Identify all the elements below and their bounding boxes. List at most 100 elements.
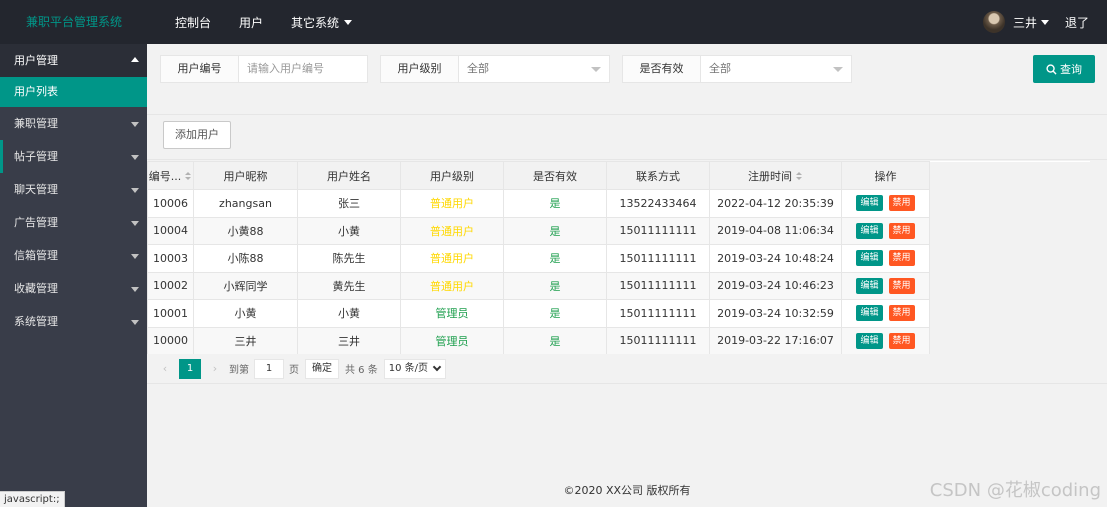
sort-icon[interactable] [185, 172, 192, 181]
nav-other-systems[interactable]: 其它系统 [291, 14, 353, 31]
cell-nickname: 小辉同学 [193, 271, 298, 300]
col-reg-time[interactable]: 注册时间 [709, 161, 842, 190]
sidebar-item-parttime-management[interactable]: 兼职管理 [0, 107, 147, 140]
app-logo[interactable]: 兼职平台管理系统 [0, 0, 147, 44]
cell-valid: 是 [503, 216, 607, 245]
cell-nickname: 小黄88 [193, 216, 298, 245]
edit-button[interactable]: 编辑 [856, 277, 883, 294]
cell-id: 10006 [147, 189, 194, 218]
current-page[interactable]: 1 [179, 358, 201, 379]
cell-nickname: 小黄 [193, 299, 298, 328]
user-table: 编号... 用户昵称 用户姓名 用户级别 是否有效 联系方式 注册时间 操作 1… [147, 161, 1090, 355]
prev-page-icon[interactable]: ‹ [157, 362, 173, 375]
watermark: CSDN @花椒coding [929, 480, 1101, 501]
ban-button[interactable]: 禁用 [888, 222, 915, 239]
table-body: 10006 zhangsan 张三 普通用户是 13522433464 2022-04-1… [147, 189, 1090, 355]
nav-users[interactable]: 用户 [239, 14, 263, 31]
nav-console-label: 控制台 [175, 15, 212, 30]
cell-actions: 编辑 禁用 [841, 189, 930, 218]
user-table-wrap: 编号... 用户昵称 用户姓名 用户级别 是否有效 联系方式 注册时间 操作 1… [147, 161, 1107, 355]
nav-users-label: 用户 [239, 15, 264, 30]
nav-console[interactable]: 控制台 [175, 14, 211, 31]
goto-confirm-button[interactable]: 确定 [305, 358, 339, 379]
cell-name: 三井 [297, 326, 401, 355]
search-icon [1046, 63, 1057, 75]
chevron-down-icon [344, 19, 353, 25]
col-level: 用户级别 [400, 161, 504, 190]
chevron-down-icon [131, 287, 139, 292]
cell-id: 10001 [147, 299, 194, 328]
edit-button[interactable]: 编辑 [856, 305, 883, 322]
edit-button[interactable]: 编辑 [856, 222, 883, 239]
table-header-row: 编号... 用户昵称 用户姓名 用户级别 是否有效 联系方式 注册时间 操作 [147, 161, 1090, 190]
ban-button[interactable]: 禁用 [888, 332, 915, 349]
chevron-down-icon [131, 221, 139, 226]
logout-link[interactable]: 退了 [1065, 14, 1089, 31]
cell-nickname: 小陈88 [193, 244, 298, 273]
ban-button[interactable]: 禁用 [888, 277, 915, 294]
col-id[interactable]: 编号... [147, 161, 194, 190]
add-user-button[interactable]: 添加用户 [163, 121, 231, 149]
chevron-down-icon [1040, 19, 1049, 25]
cell-phone: 15011111111 [606, 271, 710, 300]
goto-page-input[interactable]: 1 [254, 358, 284, 379]
sidebar-item-post-management[interactable]: 帖子管理 [0, 140, 147, 173]
cell-name: 张三 [297, 189, 401, 218]
table-filler [929, 327, 1090, 355]
cell-reg-time: 2019-03-24 10:46:23 [709, 271, 842, 300]
col-phone: 联系方式 [606, 161, 710, 190]
cell-reg-time: 2019-03-24 10:48:24 [709, 244, 842, 273]
ban-button[interactable]: 禁用 [888, 305, 915, 322]
cell-valid: 是 [503, 326, 607, 355]
status-bar-hint: javascript:; [0, 491, 65, 507]
next-page-icon[interactable]: › [207, 362, 223, 375]
user-level-group: 用户级别 全部 [380, 55, 610, 83]
col-label: 注册时间 [748, 169, 792, 183]
sidebar-item-user-list[interactable]: 用户列表 [0, 77, 147, 107]
total-count: 共 6 条 [345, 365, 378, 376]
valid-label: 是否有效 [623, 56, 701, 82]
user-name-label: 三井 [1012, 15, 1037, 30]
sidebar-item-label: 用户列表 [14, 85, 58, 98]
cell-id: 10000 [147, 326, 194, 355]
user-menu[interactable]: 三井 [1013, 14, 1049, 31]
sidebar-item-ad-management[interactable]: 广告管理 [0, 206, 147, 239]
sidebar-item-label: 系统管理 [14, 315, 58, 328]
avatar[interactable] [982, 11, 1005, 33]
sidebar-item-user-management[interactable]: 用户管理 [0, 44, 147, 77]
table-filler [929, 299, 1090, 327]
cell-nickname: zhangsan [193, 189, 298, 218]
sidebar: 用户管理 用户列表 兼职管理 帖子管理 聊天管理 广告管理 信箱管理 收藏管理 … [0, 44, 147, 507]
cell-id: 10002 [147, 271, 194, 300]
per-page-select[interactable]: 10 条/页 [383, 358, 447, 379]
edit-button[interactable]: 编辑 [856, 332, 883, 349]
user-level-select[interactable]: 全部 [459, 56, 609, 82]
valid-select[interactable]: 全部 [701, 56, 851, 82]
sidebar-item-system-management[interactable]: 系统管理 [0, 305, 147, 338]
sidebar-item-mailbox-management[interactable]: 信箱管理 [0, 239, 147, 272]
sort-icon[interactable] [796, 172, 803, 181]
query-button[interactable]: 查询 [1033, 55, 1095, 83]
table-row: 10002 小辉同学 黄先生 普通用户是 15011111111 2019-03-24 1… [147, 271, 1090, 300]
cell-actions: 编辑 禁用 [841, 299, 930, 328]
cell-level: 普通用户 [400, 216, 504, 245]
user-id-input[interactable]: 请输入用户编号 [239, 56, 367, 82]
edit-button[interactable]: 编辑 [856, 195, 883, 212]
chevron-down-icon [131, 188, 139, 193]
chevron-up-icon [131, 57, 139, 62]
top-nav: 控制台 用户 其它系统 [175, 0, 380, 44]
sidebar-item-label: 帖子管理 [14, 150, 58, 163]
edit-button[interactable]: 编辑 [856, 250, 883, 267]
ban-button[interactable]: 禁用 [888, 195, 915, 212]
table-row: 10000 三井 三井 管理员是 15011111111 2019-03-22 17:16… [147, 326, 1090, 355]
sidebar-item-chat-management[interactable]: 聊天管理 [0, 173, 147, 206]
sidebar-item-label: 收藏管理 [14, 282, 58, 295]
user-level-value: 全部 [467, 62, 489, 75]
chevron-down-icon [131, 320, 139, 325]
ban-button[interactable]: 禁用 [888, 250, 915, 267]
sidebar-item-label: 信箱管理 [14, 249, 58, 262]
sidebar-item-favorites-management[interactable]: 收藏管理 [0, 272, 147, 305]
cell-name: 小黄 [297, 216, 401, 245]
cell-name: 陈先生 [297, 244, 401, 273]
cell-reg-time: 2019-03-22 17:16:07 [709, 326, 842, 355]
